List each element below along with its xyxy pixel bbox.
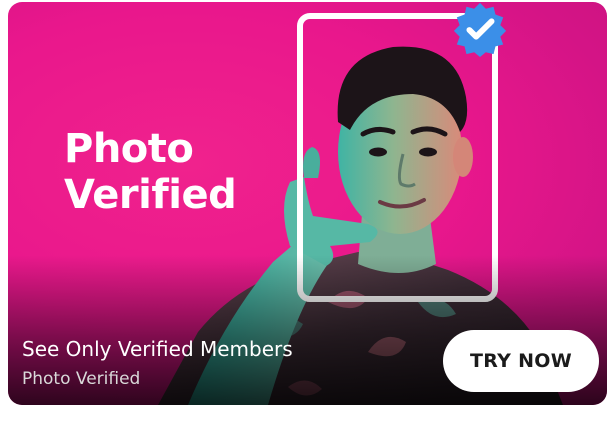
verification-promo-card[interactable]: Photo Verified See Only Verified Members… (8, 2, 607, 405)
card-title: See Only Verified Members (22, 337, 293, 361)
try-now-button[interactable]: TRY NOW (443, 330, 599, 392)
card-subtitle: Photo Verified (22, 369, 141, 389)
card-headline: Photo Verified (64, 126, 237, 218)
verified-check-badge-icon (453, 2, 507, 58)
